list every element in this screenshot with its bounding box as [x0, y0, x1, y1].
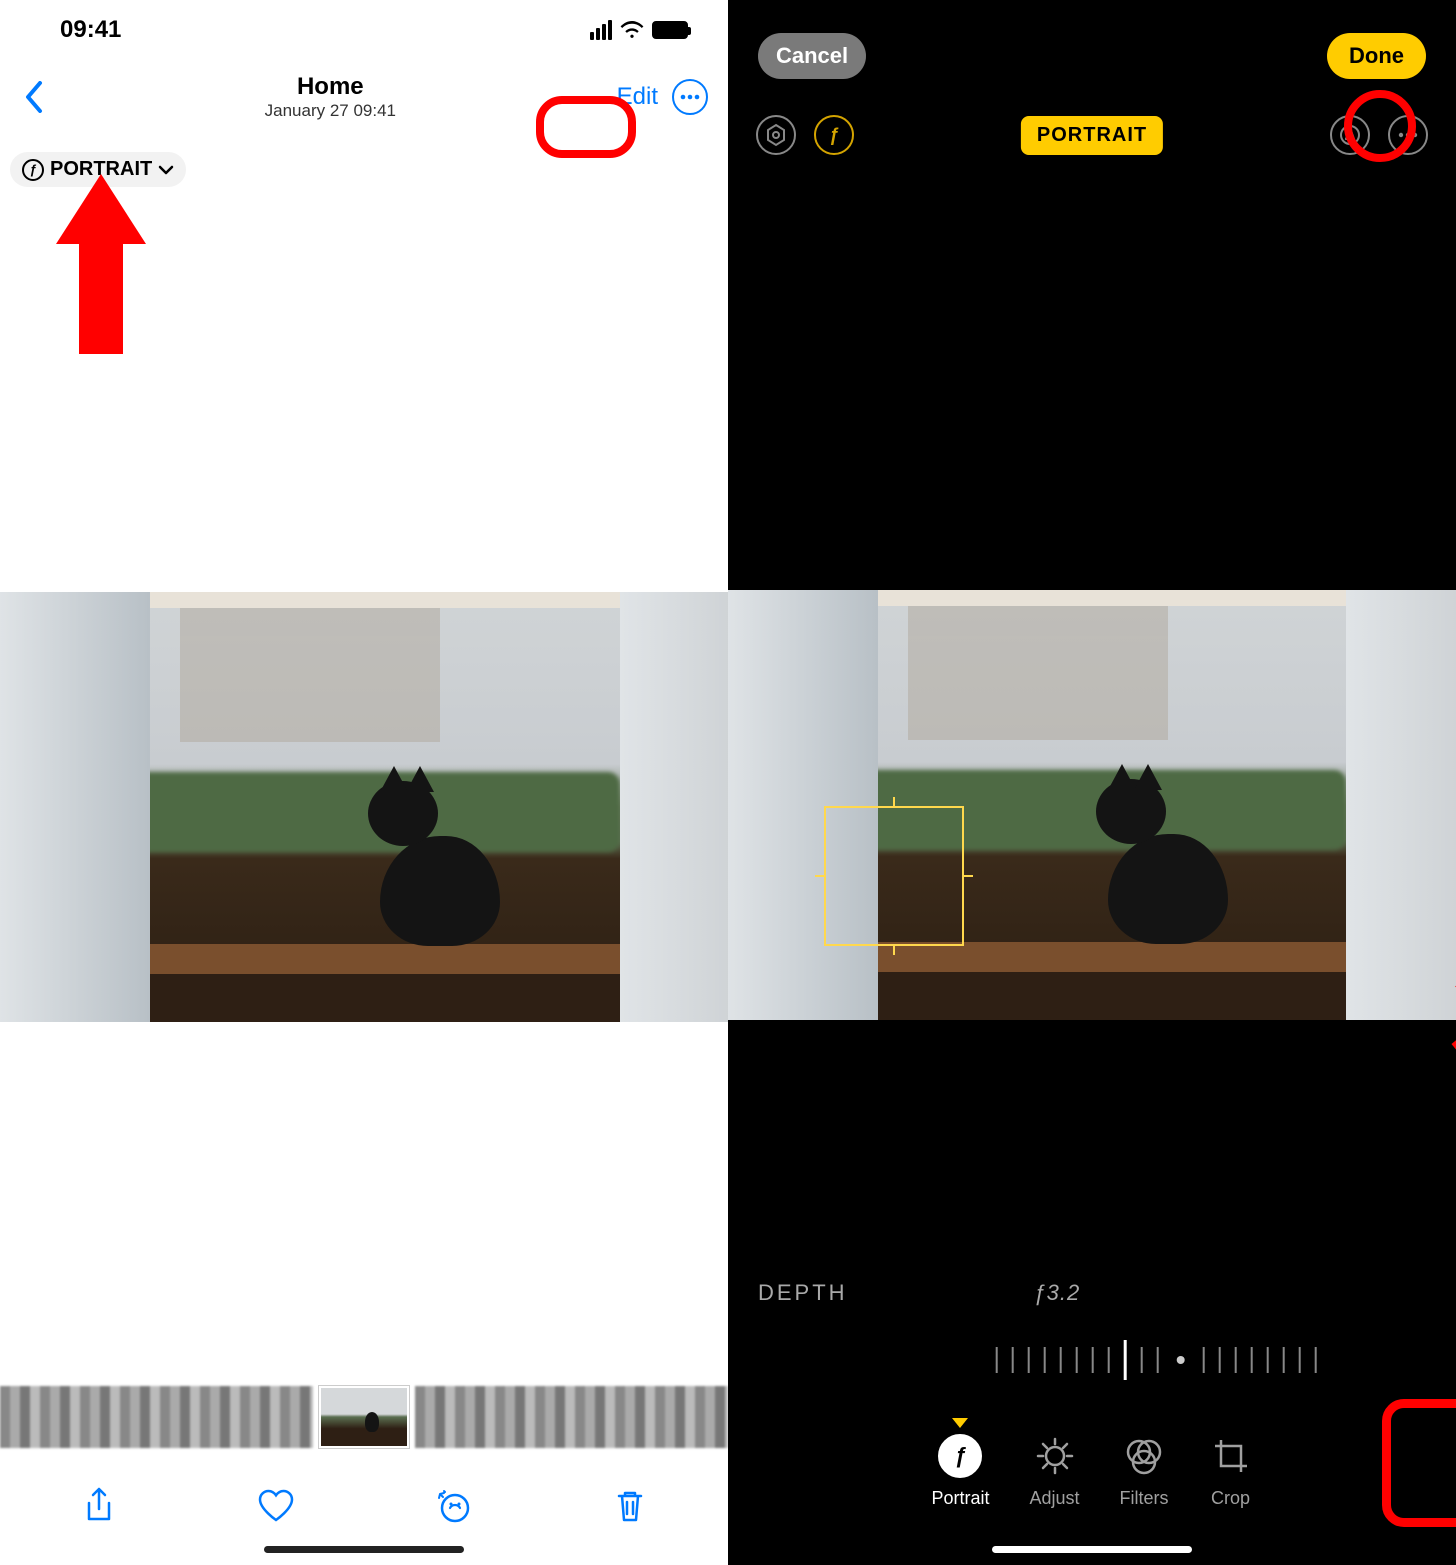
photos-view-panel: 09:41 Home January 27 09:41 Edit ƒ [0, 0, 728, 1565]
nav-title: Home [44, 73, 617, 101]
status-time: 09:41 [60, 16, 121, 44]
info-button[interactable] [431, 1484, 475, 1528]
home-indicator[interactable] [264, 1546, 464, 1553]
filters-icon [1122, 1434, 1166, 1478]
photo-edit-canvas[interactable] [728, 590, 1456, 1020]
share-button[interactable] [77, 1484, 121, 1528]
thumbnail-selected[interactable] [319, 1386, 409, 1448]
cancel-button[interactable]: Cancel [758, 33, 866, 79]
chevron-down-icon [158, 165, 174, 175]
aperture-f-icon: ƒ [938, 1434, 982, 1478]
mode-label: Crop [1211, 1488, 1250, 1509]
thumbnail-strip[interactable] [0, 1382, 728, 1452]
portrait-mode-badge[interactable]: PORTRAIT [1021, 116, 1163, 155]
annotation-arrow-diag [1428, 910, 1456, 1100]
bottom-toolbar [0, 1476, 728, 1546]
more-button[interactable] [672, 79, 708, 115]
depth-label: DEPTH [758, 1280, 848, 1306]
favorite-button[interactable] [254, 1484, 298, 1528]
aperture-value: ƒ3.2 [1033, 1280, 1080, 1306]
depth-slider[interactable] [996, 1340, 1317, 1380]
mode-crop[interactable]: Crop [1209, 1434, 1253, 1509]
done-button[interactable]: Done [1327, 33, 1426, 79]
lighting-effects-button[interactable] [756, 115, 796, 155]
adjust-icon [1033, 1434, 1077, 1478]
edit-button[interactable]: Edit [617, 83, 658, 111]
home-indicator[interactable] [992, 1546, 1192, 1553]
photo-preview[interactable] [0, 592, 728, 1022]
mode-filters[interactable]: Filters [1120, 1434, 1169, 1509]
battery-icon [652, 21, 688, 39]
slider-thumb[interactable] [1124, 1340, 1127, 1380]
mode-label: Filters [1120, 1488, 1169, 1509]
status-bar: 09:41 [0, 0, 728, 60]
mode-portrait[interactable]: ƒ Portrait [931, 1434, 989, 1509]
cell-signal-icon [590, 20, 612, 40]
nav-bar: Home January 27 09:41 Edit [0, 60, 728, 134]
crop-icon [1209, 1434, 1253, 1478]
aperture-f-icon: ƒ [22, 159, 44, 181]
mode-label: Adjust [1030, 1488, 1080, 1509]
status-icons [590, 20, 688, 40]
markup-button[interactable] [1330, 115, 1370, 155]
aperture-button[interactable]: ƒ [814, 115, 854, 155]
nav-title-group: Home January 27 09:41 [44, 73, 617, 121]
delete-button[interactable] [608, 1484, 652, 1528]
mode-adjust[interactable]: Adjust [1030, 1434, 1080, 1509]
more-options-button[interactable] [1388, 115, 1428, 155]
edit-view-panel: Cancel Done ƒ PORTRAIT [728, 0, 1456, 1565]
mode-label: Portrait [931, 1488, 989, 1509]
thumbnail[interactable] [415, 1386, 728, 1448]
wifi-icon [620, 21, 644, 39]
nav-subtitle: January 27 09:41 [44, 101, 617, 121]
annotation-arrow-up [56, 174, 146, 354]
thumbnail[interactable] [0, 1386, 313, 1448]
